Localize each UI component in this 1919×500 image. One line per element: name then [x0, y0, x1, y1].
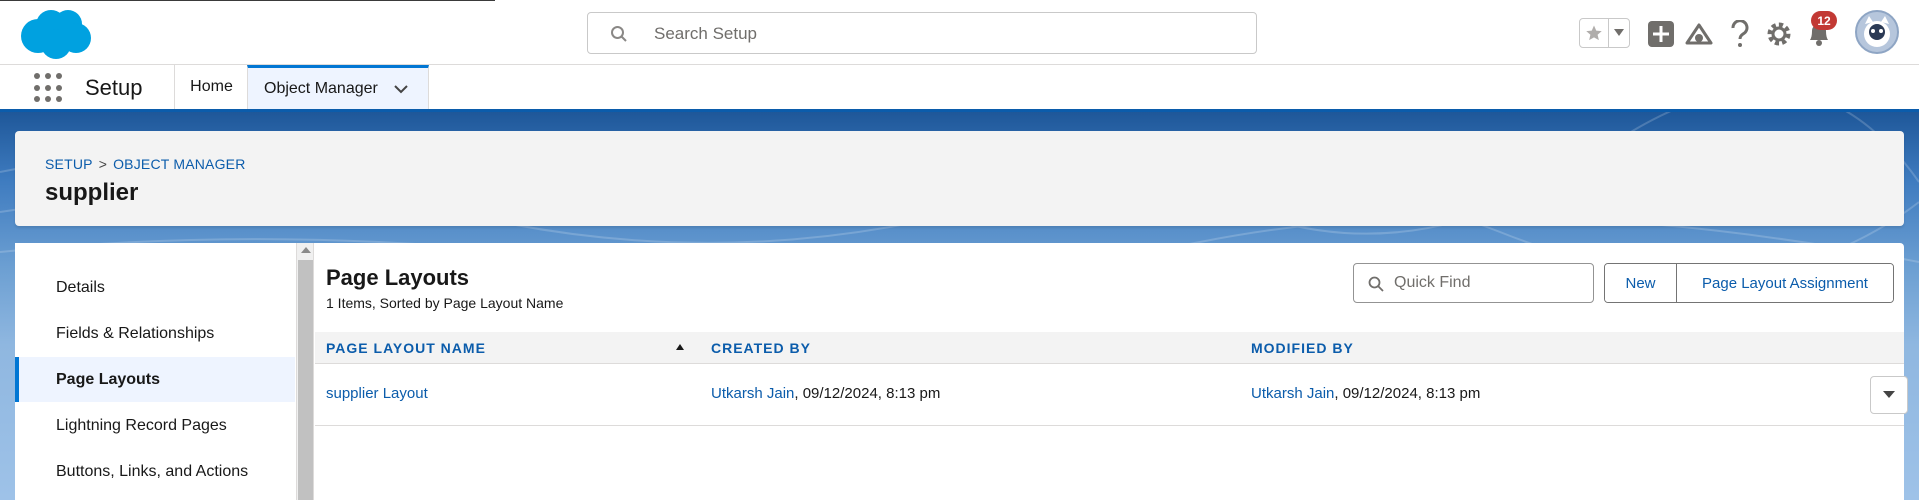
breadcrumb-object-manager[interactable]: OBJECT MANAGER [113, 156, 245, 172]
created-by-cell: Utkarsh Jain, 09/12/2024, 8:13 pm [711, 385, 940, 402]
gear-icon[interactable] [1764, 19, 1794, 49]
row-actions-dropdown[interactable] [1870, 376, 1908, 414]
app-navigation-bar: Setup Home Object Manager [0, 65, 1919, 112]
page-layout-name-link[interactable]: supplier Layout [326, 385, 428, 402]
tab-object-manager[interactable]: Object Manager [247, 65, 429, 109]
search-icon [1368, 276, 1384, 292]
sidebar-item-label: Details [56, 278, 105, 296]
sidebar-item-page-layouts[interactable]: Page Layouts [15, 357, 295, 402]
modified-by-date: , 09/12/2024, 8:13 pm [1334, 385, 1481, 402]
scroll-up-icon[interactable] [301, 247, 311, 253]
sidebar-item-details[interactable]: Details [15, 265, 295, 310]
sidebar-item-label: Fields & Relationships [56, 324, 215, 342]
sidebar-item-buttons-links-actions[interactable]: Buttons, Links, and Actions [15, 449, 295, 494]
modified-by-user-link[interactable]: Utkarsh Jain [1251, 385, 1334, 402]
salesforce-logo[interactable] [18, 8, 92, 60]
object-sidebar: Details Fields & Relationships Page Layo… [15, 243, 295, 500]
tab-home-label: Home [190, 78, 233, 95]
scrollbar-thumb[interactable] [298, 260, 313, 500]
page-layout-assignment-button[interactable]: Page Layout Assignment [1677, 264, 1893, 302]
breadcrumb-separator: > [98, 156, 108, 172]
search-setup-field[interactable]: Search Setup [587, 12, 1257, 54]
sidebar-item-label: Lightning Record Pages [56, 416, 227, 434]
sidebar-item-fields-relationships[interactable]: Fields & Relationships [15, 311, 295, 356]
object-detail-panel: Details Fields & Relationships Page Layo… [15, 243, 1908, 500]
table-row: supplier Layout Utkarsh Jain, 09/12/2024… [315, 364, 1908, 426]
search-placeholder: Search Setup [654, 24, 758, 43]
trailhead-icon[interactable] [1684, 19, 1714, 49]
star-icon[interactable] [1580, 19, 1608, 47]
table-header: PAGE LAYOUT NAME CREATED BY MODIFIED BY [315, 332, 1904, 364]
column-header-page-layout-name[interactable]: PAGE LAYOUT NAME [326, 340, 486, 356]
new-button[interactable]: New [1605, 264, 1677, 302]
app-name: Setup [85, 75, 143, 100]
page-layouts-list: Page Layouts 1 Items, Sorted by Page Lay… [315, 243, 1908, 500]
page-title: supplier [45, 179, 139, 206]
avatar[interactable] [1855, 10, 1899, 54]
sort-ascending-icon[interactable] [676, 344, 684, 350]
created-by-date: , 09/12/2024, 8:13 pm [794, 385, 941, 402]
quick-find-input[interactable]: Quick Find [1353, 263, 1594, 303]
favorites-button[interactable] [1579, 18, 1630, 48]
search-icon [611, 26, 627, 42]
breadcrumb-setup[interactable]: SETUP [45, 156, 93, 172]
list-title: Page Layouts [326, 265, 470, 290]
sidebar-scrollbar[interactable] [296, 243, 314, 500]
notification-count-badge: 12 [1811, 11, 1837, 30]
sidebar-item-label: Buttons, Links, and Actions [56, 462, 249, 480]
help-icon[interactable] [1725, 19, 1755, 49]
app-launcher-icon[interactable] [34, 73, 64, 103]
sidebar-item-label: Page Layouts [56, 370, 161, 388]
chevron-down-icon [1883, 391, 1895, 398]
created-by-user-link[interactable]: Utkarsh Jain [711, 385, 794, 402]
favorites-dropdown-icon[interactable] [1608, 19, 1629, 47]
object-header: SETUP > OBJECT MANAGER supplier [15, 131, 1904, 226]
column-header-created-by[interactable]: CREATED BY [711, 340, 811, 356]
breadcrumb: SETUP > OBJECT MANAGER [45, 156, 246, 172]
sidebar-item-lightning-record-pages[interactable]: Lightning Record Pages [15, 403, 295, 448]
list-actions: New Page Layout Assignment [1604, 263, 1894, 303]
quick-find-placeholder: Quick Find [1394, 274, 1471, 291]
global-header: Search Setup 12 [0, 0, 1919, 65]
column-header-modified-by[interactable]: MODIFIED BY [1251, 340, 1354, 356]
modified-by-cell: Utkarsh Jain, 09/12/2024, 8:13 pm [1251, 385, 1480, 402]
add-icon[interactable] [1646, 19, 1676, 49]
chevron-down-icon[interactable] [394, 84, 408, 94]
tab-object-manager-label: Object Manager [264, 79, 378, 97]
list-subtitle: 1 Items, Sorted by Page Layout Name [326, 295, 564, 311]
tab-home[interactable]: Home [174, 65, 248, 109]
